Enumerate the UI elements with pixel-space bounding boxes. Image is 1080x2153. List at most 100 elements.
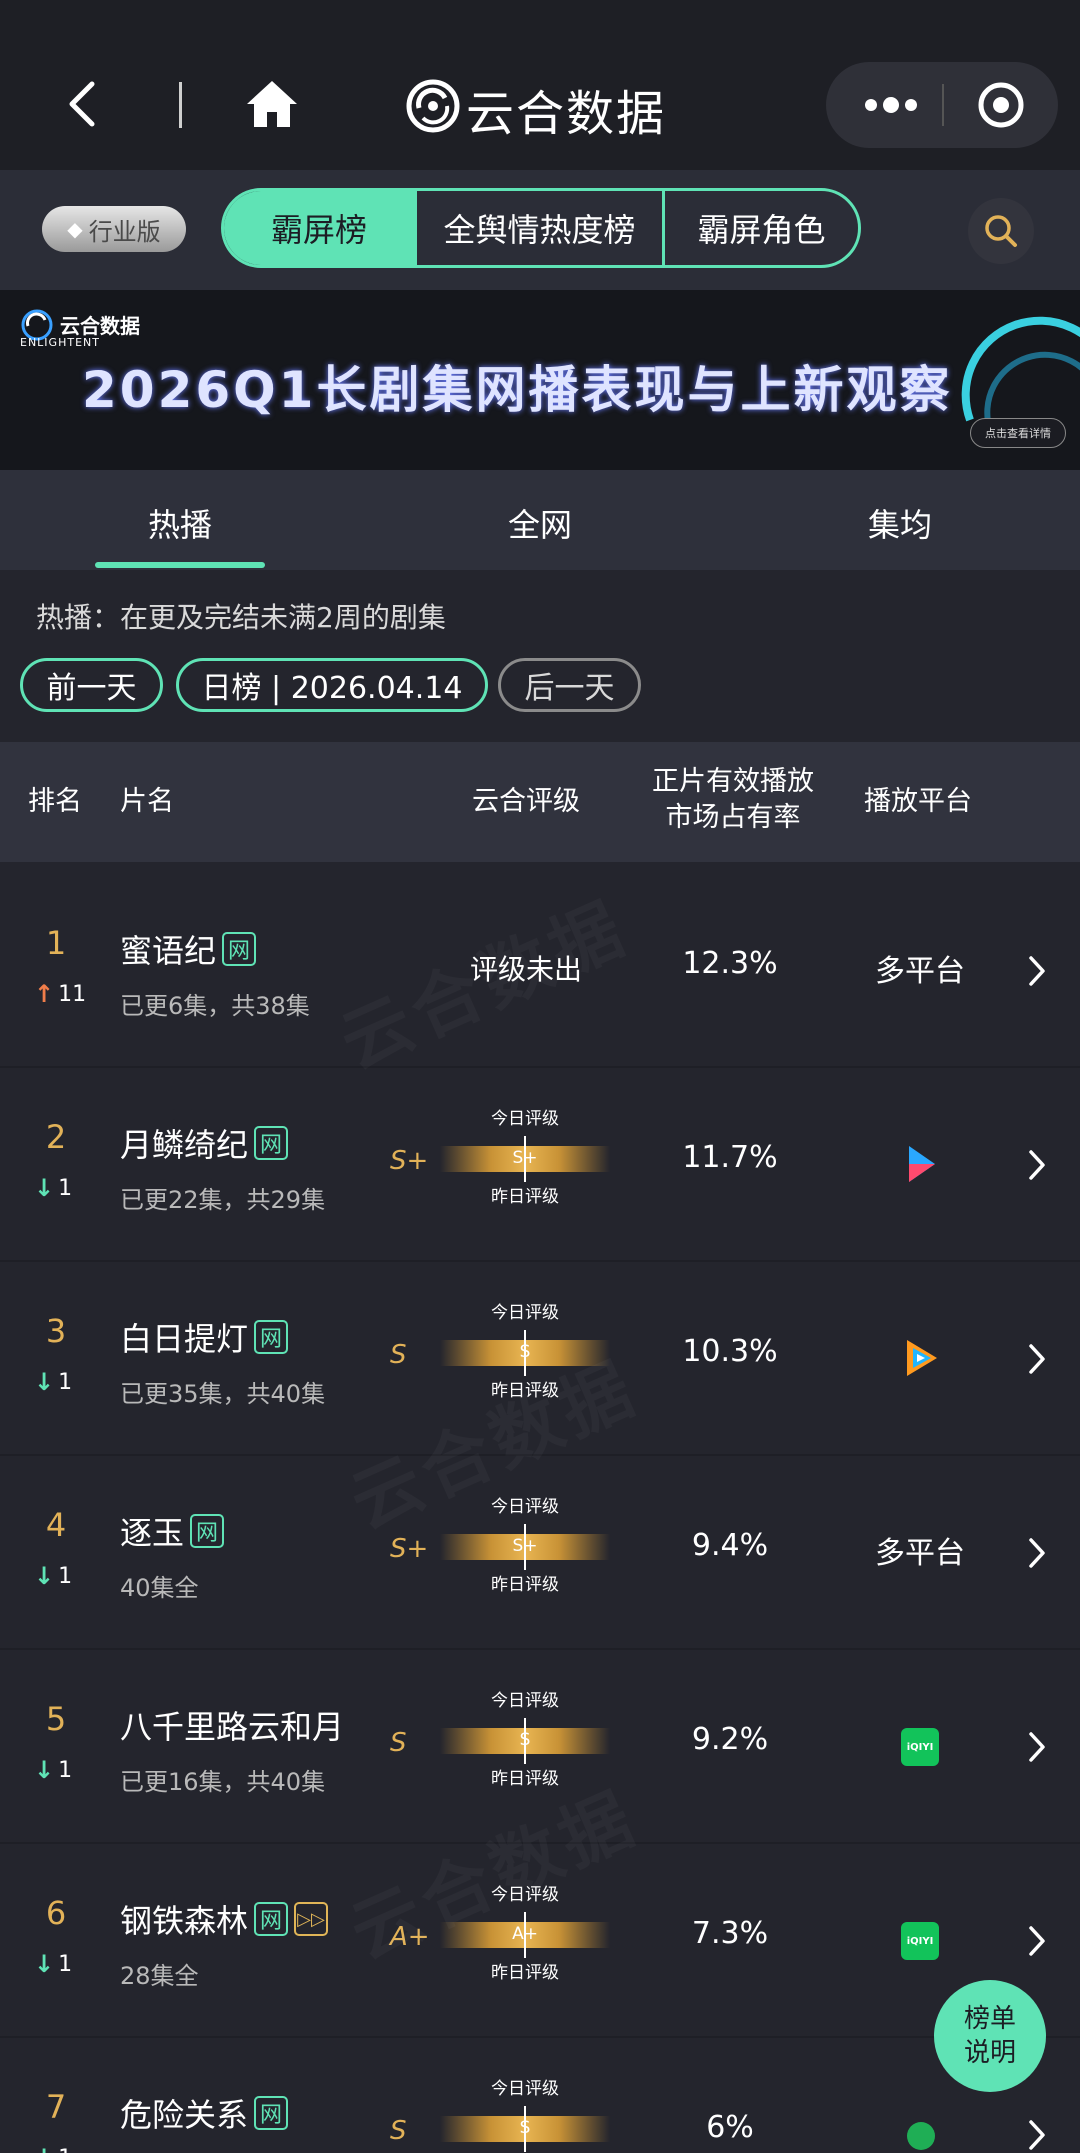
industry-badge-label: 行业版 [88,217,161,246]
filter-bar: ◆ 行业版 霸屏榜 全舆情热度榜 霸屏角色 [0,170,1080,290]
current-date-button[interactable]: 日榜 | 2026.04.14 [176,658,488,712]
nav-divider [179,82,182,128]
net-drama-tag: 网 [222,932,257,966]
segment-screen-dominance[interactable]: 霸屏榜 [224,191,414,265]
platform-text: 多平台 [875,954,965,989]
next-day-button[interactable]: 后一天 [498,658,641,712]
market-share: 12.3% [682,946,778,981]
episode-progress: 已更6集，共38集 [120,992,310,1020]
chevron-right-icon[interactable] [1026,1148,1048,1182]
rating-bar: 今日评级 S+ 昨日评级 [440,1104,610,1214]
net-drama-tag: 网 [254,1320,289,1354]
miniprogram-capsule [826,62,1058,148]
chevron-right-icon[interactable] [1026,954,1048,988]
rank-change: ↓1 [34,1562,72,1590]
home-button[interactable] [244,78,300,130]
iqiyi-icon: iQIYI [901,1728,939,1766]
title-wrap: 钢铁森林网 ▷▷ [120,1896,329,1942]
show-title: 蜜语纪 [120,932,217,970]
rank-change: ↓1 [34,1950,72,1978]
rank-number: 4 [45,1506,67,1544]
yesterday-rating-label: 昨日评级 [491,1187,559,1207]
rank-change-value: 11 [58,981,87,1007]
banner-cta[interactable]: 点击查看详情 [970,418,1066,448]
tab-per-episode[interactable]: 集均 [868,500,932,546]
rank-change-value: 1 [58,1757,73,1783]
rank-change-value: 1 [58,1951,73,1977]
list-explanation-line1: 榜单 [963,2004,1016,2034]
table-row[interactable]: 2 ↓ 1 月鳞绮纪网已更22集，共29集 S+ 今日评级 S+ 昨日评级 11.7% [0,1070,1080,1262]
segment-dominant-roles[interactable]: 霸屏角色 [662,191,858,265]
episode-progress: 已更22集，共29集 [120,1186,326,1214]
prev-day-button[interactable]: 前一天 [20,658,163,712]
yesterday-grade: S [390,2116,407,2146]
today-grade: S [519,1730,531,1750]
market-share: 6% [706,2110,754,2145]
tab-hot[interactable]: 热播 [148,500,212,546]
table-row[interactable]: 7↓1危险关系网30集全S今日评级S昨日评级6% [0,2040,1080,2153]
rank-change: ↓1 [34,2144,72,2153]
segment-public-opinion-heat[interactable]: 全舆情热度榜 [414,191,662,265]
show-title: 危险关系 [120,2096,249,2134]
more-icon[interactable] [856,88,926,122]
iqiyi-icon: iQIYI [901,1922,939,1960]
show-title: 钢铁森林 [120,1902,249,1940]
arrow-down-icon: ↓ [34,2144,54,2153]
mango-icon [907,2122,935,2150]
search-button[interactable] [968,198,1034,264]
back-button[interactable] [62,78,102,130]
yesterday-grade: S+ [390,1146,429,1176]
title-wrap: 蜜语纪网 [120,926,257,972]
rank-change-value: 1 [58,1563,73,1589]
chevron-right-icon[interactable] [1026,1536,1048,1570]
rank-number: 5 [45,1700,67,1738]
yesterday-grade: S [390,1728,407,1758]
diamond-icon: ◆ [67,217,83,241]
arrow-down-icon: ↓ [34,1174,55,1202]
rank-number: 6 [45,1894,67,1932]
top-nav-bar: 云合数据 [0,0,1080,170]
title-wrap: 逐玉网 [120,1508,225,1554]
tab-all-network[interactable]: 全网 [508,500,572,546]
net-drama-tag: 网 [190,1514,225,1548]
ranking-type-segment: 霸屏榜 全舆情热度榜 霸屏角色 [221,188,861,268]
rating-bar: 今日评级 S+ 昨日评级 [440,1492,610,1602]
today-rating-label: 今日评级 [491,1109,559,1129]
capsule-divider [942,84,944,126]
rank-change-value: 1 [58,2146,72,2153]
chevron-right-icon[interactable] [1026,1924,1048,1958]
rank-change-value: 1 [58,1369,73,1395]
list-tabs: 热播 全网 集均 [0,470,1080,570]
close-miniprogram-icon[interactable] [976,80,1026,130]
promo-banner[interactable]: 云合数据 ENLIGHTENT 2026Q1长剧集网播表现与上新观察 点击查看详… [0,290,1080,470]
today-grade: S+ [512,1148,538,1168]
header-rating: 云合评级 [472,786,580,817]
show-title: 八千里路云和月 [120,1708,345,1746]
net-drama-tag: 网 [254,1126,289,1160]
title-wrap: 月鳞绮纪网 [120,1120,289,1166]
rank-number: 1 [45,924,67,962]
rating-bar: 今日评级S昨日评级 [440,2074,610,2153]
home-icon [247,81,297,127]
fast-forward-icon: ▷▷ [294,1902,329,1936]
rank-change: ↓1 [34,1756,72,1784]
chevron-right-icon[interactable] [1026,1730,1048,1764]
industry-edition-badge[interactable]: ◆ 行业版 [42,206,186,252]
today-rating-label: 今日评级 [491,1303,559,1323]
chevron-right-icon[interactable] [1026,2118,1048,2152]
show-title: 逐玉 [120,1514,185,1552]
today-rating-label: 今日评级 [491,2079,559,2099]
list-explanation-button[interactable]: 榜单 说明 [934,1980,1046,2092]
chevron-right-icon[interactable] [1026,1342,1048,1376]
banner-logo-en: ENLIGHTENT [20,336,100,349]
rank-change: ↓1 [34,1368,72,1396]
rank-number: 2 [45,1118,67,1156]
rank-change: ↓1 [34,1174,72,1202]
table-row[interactable]: 4 ↓ 1 逐玉网 40集全 S+ 今日评级 S+ 昨日评级 9.4% 多平台 [0,1458,1080,1650]
arrow-down-icon: ↓ [34,1756,55,1784]
show-title: 月鳞绮纪 [120,1126,249,1164]
arrow-up-icon: ↑ [34,980,55,1008]
arrow-down-icon: ↓ [34,1562,55,1590]
header-rank: 排名 [28,786,82,817]
date-navigation: 前一天 日榜 | 2026.04.14 后一天 [20,658,1060,714]
